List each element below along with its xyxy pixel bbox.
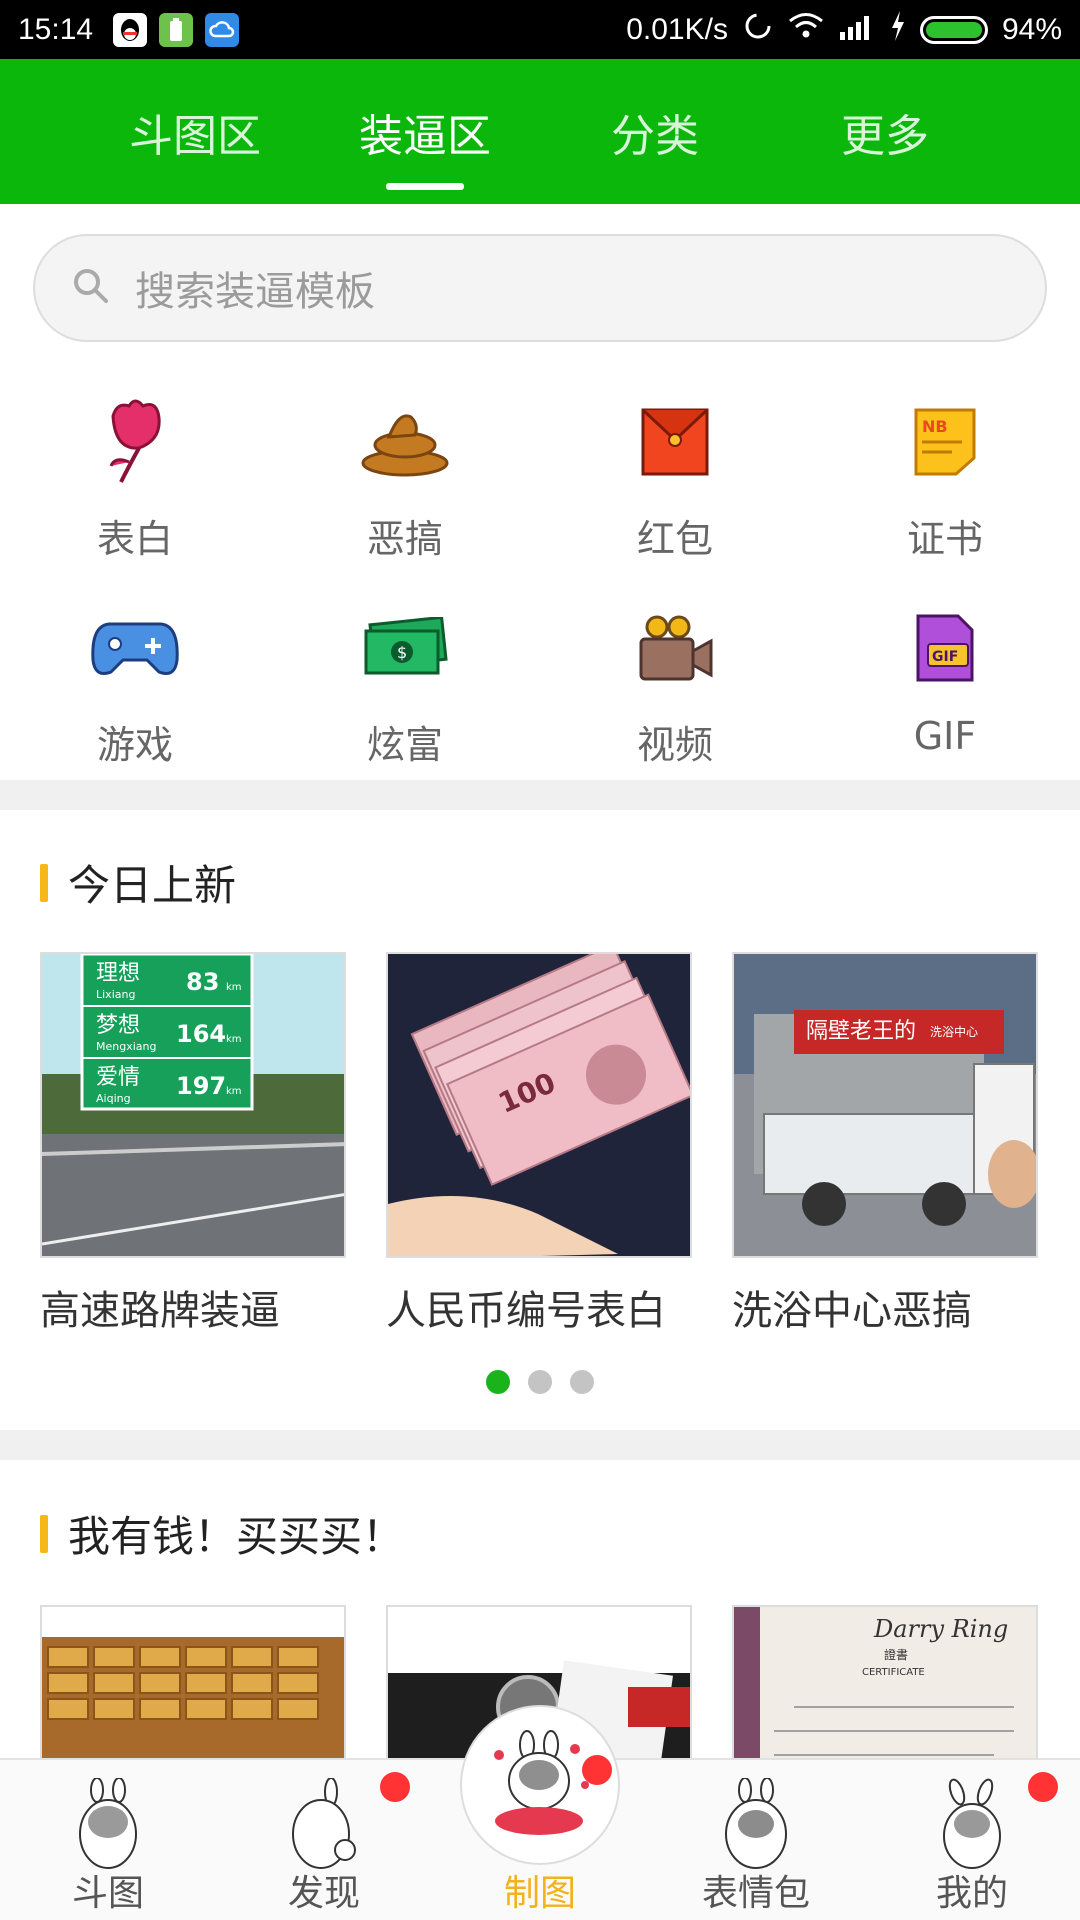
svg-text:GIF: GIF bbox=[932, 649, 958, 665]
bunny-back-icon bbox=[292, 1778, 356, 1869]
page-dot[interactable] bbox=[528, 1370, 552, 1394]
tab-category[interactable]: 分类 bbox=[540, 59, 770, 204]
search-icon bbox=[71, 266, 111, 310]
svg-text:NB: NB bbox=[922, 417, 948, 436]
notification-badge bbox=[1028, 1772, 1058, 1802]
battery-app-icon bbox=[159, 12, 194, 47]
sign-line-2: 梦想 bbox=[96, 1013, 140, 1038]
carousel-page-indicator bbox=[0, 1370, 1080, 1394]
category-grid: 表白 恶搞 红包 NB 证书 游戏 $ 炫富 视频 GIF GIF bbox=[0, 390, 1080, 772]
gif-file-icon: GIF bbox=[897, 600, 993, 696]
search-input[interactable]: 搜索装逼模板 bbox=[33, 234, 1047, 342]
status-bar: 15:14 0.01K/s 94% bbox=[0, 0, 1080, 59]
template-card[interactable]: 理想 Lixiang 83 梦想 Mengxiang 164 爱情 Aiqing… bbox=[40, 952, 346, 1336]
section-title-today-new: 今日上新 bbox=[40, 852, 236, 913]
today-new-carousel: 理想 Lixiang 83 梦想 Mengxiang 164 爱情 Aiqing… bbox=[40, 952, 1038, 1336]
red-envelope-icon bbox=[627, 394, 723, 490]
category-show-off-wealth[interactable]: $ 炫富 bbox=[270, 596, 540, 772]
money-icon: $ bbox=[357, 600, 453, 696]
cert-heading: 證書 bbox=[884, 1647, 908, 1662]
bunny-hug-icon bbox=[725, 1778, 787, 1869]
sign-line-2-pinyin: Mengxiang bbox=[96, 1040, 156, 1053]
sign-line-3-pinyin: Aiqing bbox=[96, 1092, 131, 1105]
sign-unit-1: km bbox=[226, 982, 242, 993]
category-video[interactable]: 视频 bbox=[540, 596, 810, 772]
bathhouse-sign: 隔壁老王的 bbox=[806, 1019, 916, 1044]
template-thumbnail-highway-sign: 理想 Lixiang 83 梦想 Mengxiang 164 爱情 Aiqing… bbox=[40, 952, 346, 1258]
tab-doutu[interactable]: 斗图区 bbox=[80, 59, 310, 204]
battery-icon bbox=[919, 15, 988, 44]
category-game[interactable]: 游戏 bbox=[0, 596, 270, 772]
tab-more[interactable]: 更多 bbox=[770, 59, 1000, 204]
template-caption: 人民币编号表白 bbox=[386, 1288, 666, 1334]
network-speed: 0.01K/s bbox=[626, 12, 728, 46]
video-camera-icon bbox=[627, 600, 723, 696]
page-dot[interactable] bbox=[570, 1370, 594, 1394]
nav-doutu[interactable]: 斗图 bbox=[0, 1760, 216, 1920]
sign-line-1: 理想 bbox=[96, 961, 140, 986]
template-thumbnail-bathhouse-truck: 隔壁老王的 洗浴中心 bbox=[732, 952, 1038, 1258]
notification-badge bbox=[380, 1772, 410, 1802]
sign-line-3: 爱情 bbox=[96, 1065, 140, 1090]
search-placeholder: 搜索装逼模板 bbox=[135, 269, 375, 315]
svg-text:$: $ bbox=[397, 643, 407, 662]
certificate-icon: NB bbox=[897, 394, 993, 490]
bunny-meme-icon bbox=[79, 1778, 137, 1869]
nav-sticker-packs[interactable]: 表情包 bbox=[648, 1760, 864, 1920]
nav-me[interactable]: 我的 bbox=[864, 1760, 1080, 1920]
sign-line-2-distance: 164 bbox=[176, 1020, 226, 1048]
sign-line-1-distance: 83 bbox=[186, 968, 219, 996]
tab-zhuangbi[interactable]: 装逼区 bbox=[310, 59, 540, 204]
top-tab-bar: 斗图区 装逼区 分类 更多 bbox=[0, 59, 1080, 204]
battery-percent: 94% bbox=[1001, 12, 1062, 46]
sync-icon bbox=[742, 10, 774, 50]
charging-icon bbox=[890, 10, 906, 49]
gamepad-icon bbox=[87, 600, 183, 696]
sign-unit-3: km bbox=[226, 1086, 242, 1097]
section-title-rich: 我有钱！买买买！ bbox=[40, 1503, 404, 1564]
sign-line-1-pinyin: Lixiang bbox=[96, 988, 135, 1001]
cert-sub: CERTIFICATE bbox=[862, 1667, 925, 1678]
category-prank[interactable]: 恶搞 bbox=[270, 390, 540, 566]
cert-brand: Darry Ring bbox=[873, 1615, 1008, 1643]
category-red-envelope[interactable]: 红包 bbox=[540, 390, 810, 566]
section-divider bbox=[0, 780, 1080, 810]
template-card[interactable]: 隔壁老王的 洗浴中心 洗浴中心恶搞 bbox=[732, 952, 1038, 1336]
template-thumbnail-rmb-notes: 100 bbox=[386, 952, 692, 1258]
section-divider bbox=[0, 1430, 1080, 1460]
sign-unit-2: km bbox=[226, 1034, 242, 1045]
sign-line-3-distance: 197 bbox=[176, 1072, 226, 1100]
poop-icon bbox=[357, 394, 453, 490]
make-meme-fab[interactable] bbox=[460, 1705, 620, 1865]
template-card[interactable]: 100 人民币编号表白 bbox=[386, 952, 692, 1336]
category-confession[interactable]: 表白 bbox=[0, 390, 270, 566]
template-caption: 洗浴中心恶搞 bbox=[732, 1288, 972, 1334]
bathhouse-sign-sub: 洗浴中心 bbox=[930, 1024, 978, 1039]
bunny-angry-icon bbox=[943, 1778, 1001, 1869]
wifi-icon bbox=[788, 12, 824, 48]
rose-icon bbox=[87, 394, 183, 490]
cloud-icon bbox=[205, 12, 240, 47]
nav-discover[interactable]: 发现 bbox=[216, 1760, 432, 1920]
status-time: 15:14 bbox=[18, 12, 94, 46]
bunny-hearts-icon bbox=[494, 1730, 589, 1835]
template-caption: 高速路牌装逼 bbox=[40, 1288, 280, 1334]
category-certificate[interactable]: NB 证书 bbox=[810, 390, 1080, 566]
signal-icon bbox=[838, 12, 876, 48]
qq-icon bbox=[113, 12, 148, 47]
category-gif[interactable]: GIF GIF bbox=[810, 596, 1080, 772]
notification-badge bbox=[582, 1755, 612, 1785]
page-dot-active[interactable] bbox=[486, 1370, 510, 1394]
